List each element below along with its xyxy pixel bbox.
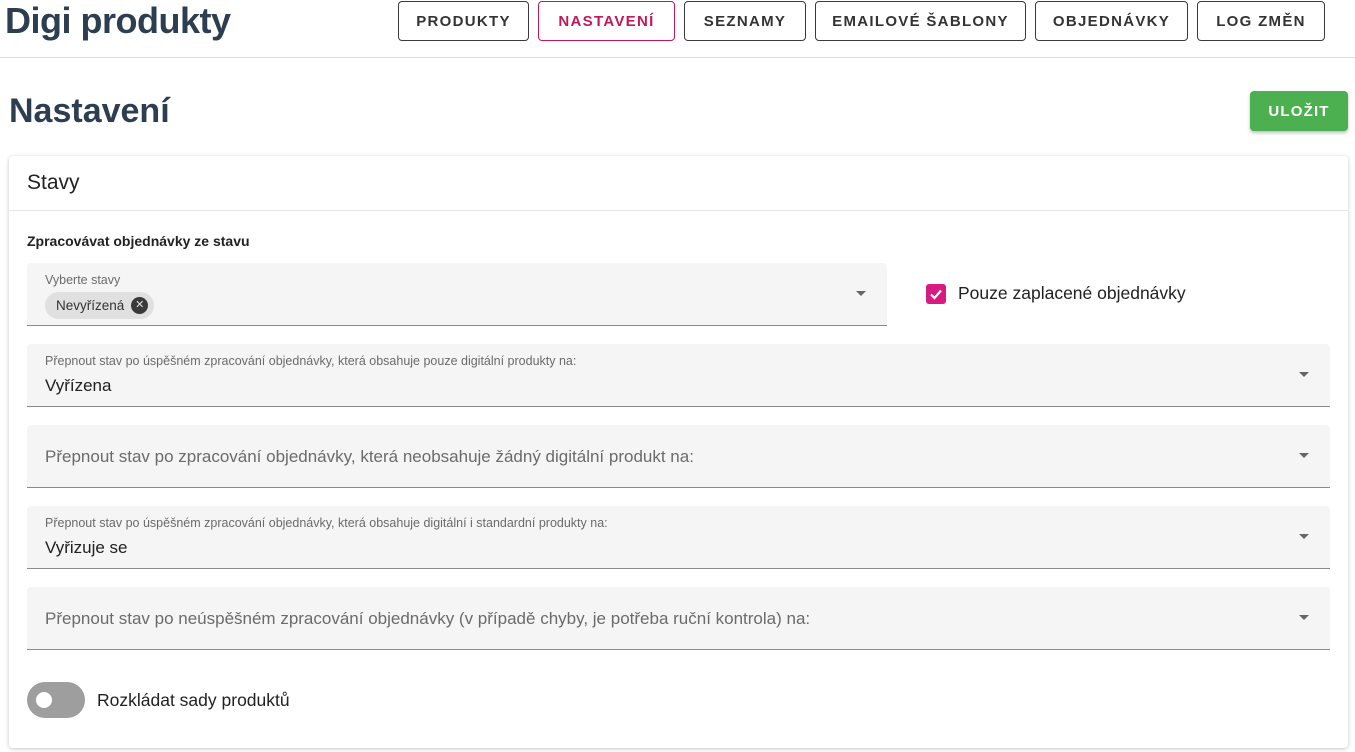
nav-log-zmen-button[interactable]: LOG ZMĚN — [1197, 1, 1325, 41]
nav-seznamy-button[interactable]: SEZNAMY — [684, 1, 806, 41]
states-card: Stavy Zpracovávat objednávky ze stavu Vy… — [9, 156, 1348, 748]
no-digital-status-placeholder: Přepnout stav po zpracování objednávky, … — [45, 447, 694, 466]
header-divider — [0, 57, 1355, 58]
dropdown-arrow-icon[interactable] — [1299, 615, 1309, 620]
split-sets-label: Rozkládat sady produktů — [97, 689, 290, 710]
split-sets-toggle[interactable]: Rozkládat sady produktů — [27, 682, 290, 718]
error-status-select[interactable]: Přepnout stav po neúspěšném zpracování o… — [27, 587, 1330, 650]
nav-emailove-sablony-button[interactable]: EMAILOVÉ ŠABLONY — [815, 1, 1026, 41]
dropdown-arrow-icon[interactable] — [856, 291, 866, 296]
digital-only-status-select[interactable]: Přepnout stav po úspěšném zpracování obj… — [27, 344, 1330, 407]
mixed-status-value: Vyřizuje se — [45, 538, 128, 557]
digital-only-status-label: Přepnout stav po úspěšném zpracování obj… — [45, 354, 577, 368]
mixed-status-select[interactable]: Přepnout stav po úspěšném zpracování obj… — [27, 506, 1330, 569]
page-title: Nastavení — [9, 92, 170, 130]
toggle-knob — [36, 692, 52, 708]
paid-only-checkbox[interactable]: Pouze zaplacené objednávky — [926, 283, 1186, 304]
card-title: Stavy — [9, 156, 1348, 211]
nav-nastaveni-button[interactable]: NASTAVENÍ — [538, 1, 675, 41]
no-digital-status-select[interactable]: Přepnout stav po zpracování objednávky, … — [27, 425, 1330, 488]
states-select-label: Vyberte stavy — [45, 273, 121, 287]
state-chip: Nevyřízená ✕ — [45, 292, 155, 319]
dropdown-arrow-icon[interactable] — [1299, 372, 1309, 377]
section-label: Zpracovávat objednávky ze stavu — [27, 233, 250, 249]
toggle-switch[interactable] — [27, 682, 85, 718]
nav-produkty-button[interactable]: PRODUKTY — [398, 1, 529, 41]
dropdown-arrow-icon[interactable] — [1299, 453, 1309, 458]
chip-remove-icon[interactable]: ✕ — [131, 297, 149, 314]
error-status-placeholder: Přepnout stav po neúspěšném zpracování o… — [45, 609, 811, 628]
nav-objednavky-button[interactable]: OBJEDNÁVKY — [1035, 1, 1188, 41]
dropdown-arrow-icon[interactable] — [1299, 534, 1309, 539]
top-navigation: PRODUKTY NASTAVENÍ SEZNAMY EMAILOVÉ ŠABL… — [398, 1, 1325, 41]
mixed-status-label: Přepnout stav po úspěšném zpracování obj… — [45, 516, 608, 530]
checkbox-checked-icon[interactable] — [926, 283, 946, 304]
digital-only-status-value: Vyřízena — [45, 376, 112, 395]
state-chip-label: Nevyřízená — [56, 298, 125, 313]
save-button[interactable]: ULOŽIT — [1250, 91, 1348, 131]
app-title: Digi produkty — [5, 0, 231, 41]
states-multiselect[interactable]: Vyberte stavy Nevyřízená ✕ — [27, 263, 887, 326]
paid-only-label: Pouze zaplacené objednávky — [958, 283, 1186, 303]
